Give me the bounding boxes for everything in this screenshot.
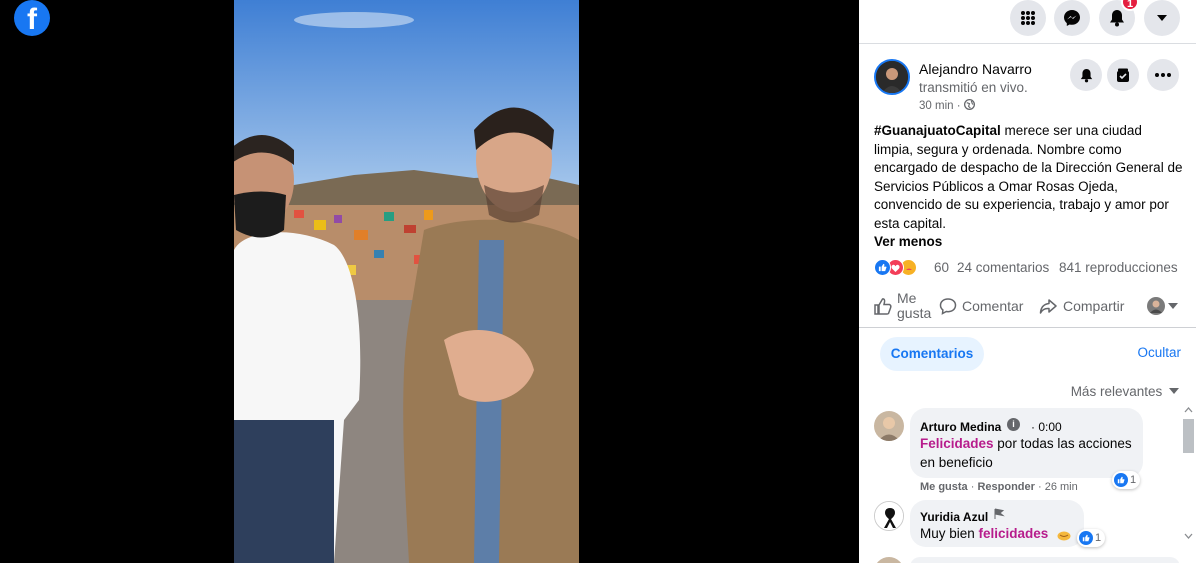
top-navigation: 1 <box>859 0 1196 44</box>
comment-like-link[interactable]: Me gusta <box>920 481 968 493</box>
comment-body: Muy bien <box>920 526 979 541</box>
sort-label: Más relevantes <box>1070 384 1163 399</box>
mini-like-icon <box>1079 531 1093 545</box>
post-actions: Me gusta Comentar Compartir <box>859 288 1196 328</box>
comment-text: Felicidades por todas las acciones en be… <box>920 435 1135 472</box>
save-post-icon[interactable] <box>1107 59 1139 91</box>
comment-text: Muy bien felicidades <box>920 525 1080 544</box>
comment-count[interactable]: 24 comentarios <box>957 260 1049 275</box>
comment-like-count: 1 <box>1095 532 1102 544</box>
video-frame <box>234 0 579 563</box>
reaction-count[interactable]: 60 <box>934 260 949 275</box>
scroll-up-icon[interactable] <box>1181 405 1196 415</box>
share-icon <box>1039 299 1057 314</box>
commenter-name[interactable]: Yuridia Azul <box>920 510 988 524</box>
chevron-glyph <box>1157 15 1167 21</box>
scroll-down-icon[interactable] <box>1181 531 1196 541</box>
post-stats: 60 24 comentarios 841 reproducciones <box>874 258 1184 278</box>
author-name[interactable]: Alejandro Navarro <box>919 61 1032 77</box>
comment-reply-link[interactable]: Responder <box>977 481 1034 493</box>
audience-chevron-icon <box>1168 303 1178 309</box>
comment-highlight[interactable]: felicidades <box>979 526 1049 541</box>
live-video[interactable] <box>234 0 579 563</box>
avatar-image <box>876 61 908 93</box>
comment-highlight[interactable]: Felicidades <box>920 436 994 451</box>
comment-time[interactable]: 26 min <box>1045 481 1078 493</box>
commenter-avatar-image <box>874 411 904 441</box>
hashtag-link[interactable]: #GuanajuatoCapital <box>874 123 1001 138</box>
like-label: Me gusta <box>897 290 932 321</box>
facebook-logo[interactable]: f <box>14 0 50 36</box>
share-button[interactable]: Compartir <box>1039 288 1124 324</box>
tab-comments[interactable]: Comentarios <box>880 337 984 371</box>
comment-reactions[interactable]: 1 <box>1112 471 1141 489</box>
post-timestamp[interactable]: 30 min · <box>919 98 975 112</box>
more-options-icon[interactable] <box>1147 59 1179 91</box>
mini-like-icon <box>1114 473 1128 487</box>
emoji-glyph <box>1057 531 1071 541</box>
view-count: 841 reproducciones <box>1059 260 1178 275</box>
chevron-down-icon[interactable] <box>1144 0 1180 36</box>
sort-chevron-icon <box>1169 388 1179 394</box>
post-panel: 1 Alejandro Navarro transmitió en vivo. … <box>859 0 1196 563</box>
commenter-name[interactable]: Arturo Medina <box>920 420 1001 434</box>
scroll-thumb[interactable] <box>1183 419 1194 453</box>
hide-comments-link[interactable]: Ocultar <box>1137 345 1181 360</box>
comment-reactions[interactable]: 1 <box>1077 529 1106 547</box>
flag-icon <box>994 508 1005 519</box>
comment-label: Comentar <box>962 298 1024 314</box>
thumb-glyph <box>878 263 887 272</box>
video-timestamp: 0:00 <box>1038 420 1062 434</box>
subscribe-bell-glyph <box>1080 68 1092 82</box>
share-label: Compartir <box>1063 298 1125 314</box>
sort-dropdown[interactable]: Más relevantes <box>1071 384 1179 399</box>
messenger-glyph <box>1064 10 1080 26</box>
comment-timestamp-link[interactable]: · 0:00 <box>1031 420 1062 434</box>
like-icon <box>874 298 892 315</box>
comments-scrollbar[interactable] <box>1181 405 1196 563</box>
info-icon[interactable]: i <box>1007 418 1020 431</box>
comment-like-count: 1 <box>1130 474 1137 486</box>
post-action-text: transmitió en vivo. <box>919 80 1028 95</box>
black-ribbon-icon <box>875 502 903 530</box>
heart-glyph <box>891 264 900 272</box>
post-text: merece ser una ciudad limpia, segura y o… <box>874 123 1183 231</box>
care-glyph <box>903 262 914 273</box>
menu-grid-icon[interactable] <box>1010 0 1046 36</box>
bell-icon[interactable]: 1 <box>1099 0 1139 36</box>
like-button[interactable]: Me gusta <box>873 288 943 324</box>
commenter-avatar[interactable] <box>874 557 904 563</box>
post-body: #GuanajuatoCapital merece ser una ciudad… <box>874 122 1184 233</box>
messenger-icon[interactable] <box>1054 0 1090 36</box>
subscribe-bell-icon[interactable] <box>1070 59 1102 91</box>
dots-glyph <box>1155 73 1171 77</box>
commenter-avatar[interactable] <box>874 501 904 531</box>
laughing-emoji-icon <box>1057 528 1071 546</box>
video-viewer: f <box>0 0 859 563</box>
like-reaction-icon[interactable] <box>874 259 891 276</box>
audience-selector[interactable] <box>1147 288 1178 324</box>
post-time-text: 30 min <box>919 100 954 112</box>
profile-avatar-icon <box>1147 297 1165 315</box>
bell-glyph <box>1110 10 1124 27</box>
save-glyph <box>1117 68 1129 82</box>
comment-button[interactable]: Comentar <box>939 288 1023 324</box>
grid-glyph <box>1021 11 1035 25</box>
see-less-link[interactable]: Ver menos <box>874 234 942 249</box>
comment-bubble <box>910 557 1180 563</box>
globe-icon <box>963 98 975 111</box>
commenter-avatar[interactable] <box>874 411 904 441</box>
mini-like-glyph <box>1082 534 1090 542</box>
comment-icon <box>939 298 957 315</box>
author-avatar[interactable] <box>874 59 910 95</box>
mini-like-glyph <box>1117 476 1125 484</box>
comment-meta: Me gusta · Responder · 26 min <box>920 481 1078 493</box>
post-header: Alejandro Navarro transmitió en vivo. 30… <box>874 57 1184 117</box>
